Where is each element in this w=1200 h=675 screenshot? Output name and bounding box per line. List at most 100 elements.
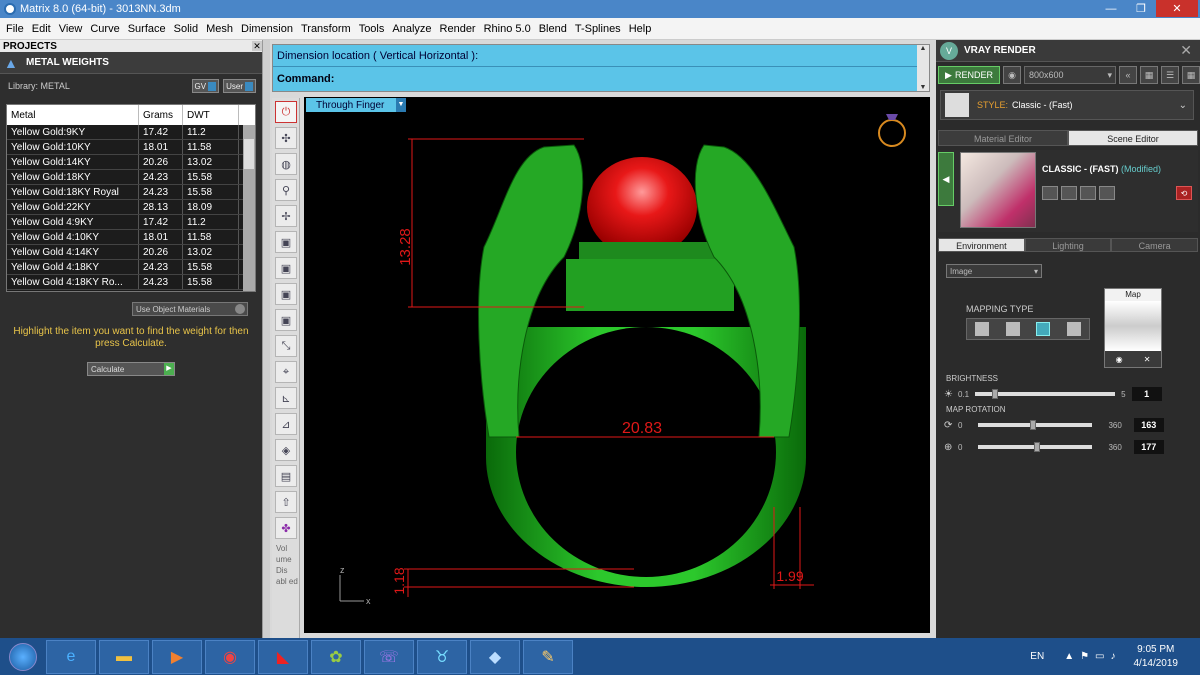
minimize-button[interactable]: — (1096, 0, 1126, 17)
scroll-down-icon[interactable]: ▼ (920, 84, 927, 91)
style-selector[interactable]: STYLE: Classic - (Fast) ⌄ (940, 90, 1194, 120)
table-row[interactable]: Yellow Gold 4:10KY 18.01 11.58 (7, 230, 255, 245)
scale-icon[interactable]: ⤡ (275, 335, 297, 357)
menu-transform[interactable]: Transform (297, 23, 355, 35)
resolution-dropdown[interactable]: 800x600 ▾ (1024, 66, 1116, 84)
paint-icon[interactable]: ✎ (523, 639, 573, 674)
table-row[interactable]: Yellow Gold 4:9KY 17.42 11.2 (7, 215, 255, 230)
brightness-slider[interactable] (975, 389, 1116, 399)
import-icon[interactable] (1099, 186, 1115, 200)
grid-icon[interactable]: ▦ (1140, 66, 1158, 84)
offset-icon[interactable]: ⊾ (275, 387, 297, 409)
menu-help[interactable]: Help (625, 23, 656, 35)
table-row[interactable]: Yellow Gold:14KY 20.26 13.02 (7, 155, 255, 170)
menu-blend[interactable]: Blend (535, 23, 571, 35)
media-player-icon[interactable]: ▶ (152, 639, 202, 674)
col-dwt[interactable]: DWT (183, 105, 239, 125)
layer-icon[interactable]: ▤ (275, 465, 297, 487)
box-side-icon[interactable]: ▣ (275, 283, 297, 305)
map-clear-icon[interactable]: ✕ (1144, 355, 1151, 364)
rewind-icon[interactable]: « (1119, 66, 1137, 84)
stop-icon[interactable]: ⏻ (275, 101, 297, 123)
box-front-icon[interactable]: ▣ (275, 257, 297, 279)
add-icon[interactable] (1080, 186, 1096, 200)
table-row[interactable]: Yellow Gold:22KY 28.13 18.09 (7, 200, 255, 215)
table-scrollbar[interactable] (243, 125, 255, 291)
table-row[interactable]: Yellow Gold:10KY 18.01 11.58 (7, 140, 255, 155)
menu-curve[interactable]: Curve (86, 23, 123, 35)
menu-tsplines[interactable]: T-Splines (571, 23, 625, 35)
tray-icons[interactable]: ▲⚑▭♪ (1064, 651, 1121, 662)
gv-button[interactable]: GV (191, 79, 220, 93)
ring-render[interactable]: 13.28 20.83 1.18 1.99 z x (304, 97, 930, 633)
gems-icon[interactable]: ◈ (275, 439, 297, 461)
3d-viewport[interactable]: 13.28 20.83 1.18 1.99 z x Through Finger… (304, 97, 930, 633)
tab-material-editor[interactable]: Material Editor (938, 130, 1068, 146)
list-icon[interactable]: ☰ (1161, 66, 1179, 84)
menu-solid[interactable]: Solid (170, 23, 202, 35)
chrome-icon[interactable]: ◉ (205, 639, 255, 674)
menu-edit[interactable]: Edit (28, 23, 55, 35)
start-button[interactable] (0, 638, 46, 675)
close-vray-icon[interactable]: ✕ (1180, 42, 1192, 59)
tiles-icon[interactable]: ▦ (1182, 66, 1200, 84)
save-icon[interactable] (1042, 186, 1058, 200)
menu-tools[interactable]: Tools (355, 23, 389, 35)
mapping-sphere-icon[interactable] (1036, 322, 1051, 336)
viber-icon[interactable]: ☏ (364, 639, 414, 674)
menu-render[interactable]: Render (436, 23, 480, 35)
rotation1-slider-knob[interactable] (1029, 420, 1036, 430)
app-swirl-icon[interactable]: ✿ (311, 639, 361, 674)
brightness-value[interactable]: 1 (1131, 387, 1162, 401)
measure-icon[interactable]: ⌖ (275, 361, 297, 383)
sphere-icon[interactable]: ◍ (275, 153, 297, 175)
close-button[interactable]: ✕ (1156, 0, 1198, 17)
command-prompt[interactable]: Command: (273, 67, 929, 91)
table-row[interactable]: Yellow Gold 4:18KY 24.23 15.58 (7, 260, 255, 275)
fan-icon[interactable]: ✣ (275, 127, 297, 149)
box-icon[interactable]: ▣ (275, 231, 297, 253)
save-as-icon[interactable] (1061, 186, 1077, 200)
garena-icon[interactable]: ◣ (258, 639, 308, 674)
user-button[interactable]: User (223, 79, 256, 93)
rotation1-value[interactable]: 163 (1133, 418, 1164, 432)
menu-rhino[interactable]: Rhino 5.0 (480, 23, 535, 35)
map-load-icon[interactable]: ◉ (1116, 355, 1123, 364)
clock[interactable]: 9:05 PM 4/14/2019 (1134, 643, 1179, 671)
close-projects-icon[interactable]: ✕ (252, 41, 262, 51)
scroll-thumb[interactable] (244, 139, 254, 169)
mapping-box-icon[interactable] (1066, 322, 1081, 336)
tab-scene-editor[interactable]: Scene Editor (1068, 130, 1198, 146)
rotation2-slider-knob[interactable] (1034, 442, 1041, 452)
command-scrollbar[interactable]: ▲ ▼ (917, 45, 929, 91)
ring-view-icon[interactable] (878, 114, 906, 147)
language-indicator[interactable]: EN (1030, 651, 1044, 662)
col-grams[interactable]: Grams (139, 105, 183, 125)
table-row[interactable]: Yellow Gold:18KY Royal 24.23 15.58 (7, 185, 255, 200)
ie-icon[interactable]: e (46, 639, 96, 674)
tab-environment[interactable]: Environment (938, 238, 1025, 252)
arrow-up-icon[interactable]: ⇧ (275, 491, 297, 513)
box-top-icon[interactable]: ▣ (275, 309, 297, 331)
rotation1-slider[interactable] (978, 420, 1093, 430)
rotation2-slider[interactable] (978, 442, 1093, 452)
axis-icon[interactable]: ✢ (275, 205, 297, 227)
menu-dimension[interactable]: Dimension (237, 23, 297, 35)
menu-surface[interactable]: Surface (124, 23, 170, 35)
menu-mesh[interactable]: Mesh (202, 23, 237, 35)
nodes-icon[interactable]: ⚲ (275, 179, 297, 201)
mapping-flat-icon[interactable] (975, 322, 990, 336)
rotation2-value[interactable]: 177 (1133, 440, 1164, 454)
calculate-button[interactable]: Calculate ▶ (87, 362, 175, 376)
collapse-arrow-icon[interactable]: ◀ (938, 152, 954, 206)
panel-splitter[interactable] (262, 40, 270, 638)
menu-analyze[interactable]: Analyze (388, 23, 435, 35)
table-row[interactable]: Yellow Gold 4:14KY 20.26 13.02 (7, 245, 255, 260)
table-row[interactable]: Yellow Gold 4:18KY Ro... 24.23 15.58 (7, 275, 255, 290)
mapping-cube-icon[interactable] (1005, 322, 1020, 336)
maximize-button[interactable]: ❐ (1126, 0, 1156, 17)
menu-file[interactable]: File (2, 23, 28, 35)
render-button[interactable]: ▶ RENDER (938, 66, 1000, 84)
render-settings-icon[interactable]: ◉ (1003, 66, 1021, 84)
brightness-slider-knob[interactable] (991, 389, 998, 399)
